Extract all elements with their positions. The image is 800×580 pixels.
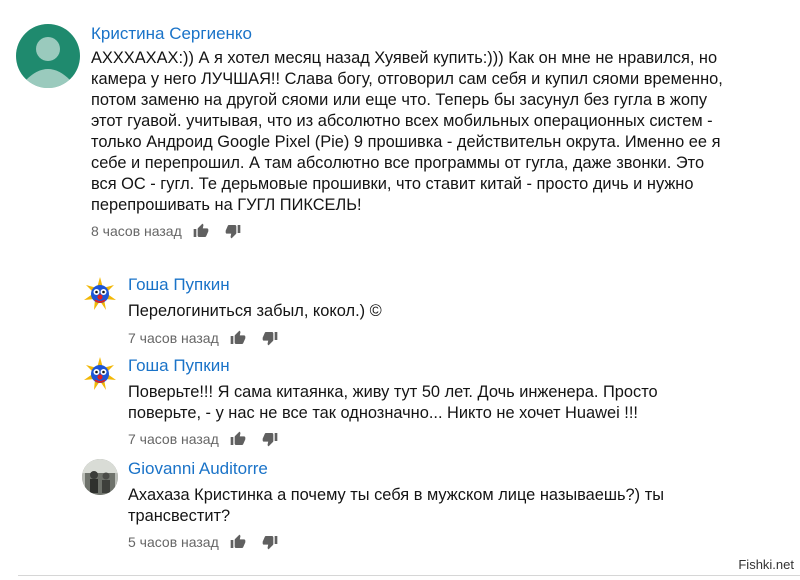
thumb-up-icon[interactable] xyxy=(192,222,210,240)
comment-text: Ахахаза Кристинка а почему ты себя в муж… xyxy=(128,485,788,527)
thumb-up-icon[interactable] xyxy=(229,329,247,347)
thumb-up-icon[interactable] xyxy=(229,533,247,551)
comment-meta: 8 часов назад xyxy=(91,221,791,241)
avatar[interactable] xyxy=(82,356,118,392)
comment-line: Поверьте!!! Я сама китаянка, живу тут 50… xyxy=(128,383,658,401)
comment-line: Перелогиниться забыл, кокол.) © xyxy=(128,302,382,320)
photo-avatar-icon xyxy=(82,459,118,495)
comment-line: себе и перепрошил. А там абсолютно все п… xyxy=(91,154,705,172)
thumb-down-icon[interactable] xyxy=(261,329,279,347)
reply: Гоша Пупкин Поверьте!!! Я сама китаянка,… xyxy=(128,356,788,449)
comment-line: этот гуавой. учитывая, что из абсолютно … xyxy=(91,112,713,130)
comment-timestamp[interactable]: 5 часов назад xyxy=(128,534,219,550)
comment: Кристина Сергиенко АХХХАХАХ:)) А я хотел… xyxy=(91,24,791,241)
comment-meta: 5 часов назад xyxy=(128,532,788,552)
comment-meta: 7 часов назад xyxy=(128,328,788,348)
comment-author[interactable]: Гоша Пупкин xyxy=(128,356,788,376)
comment-line: потом заменю на другой сяоми или еще что… xyxy=(91,91,708,109)
avatar[interactable] xyxy=(16,24,80,88)
divider xyxy=(18,575,800,576)
comment-line: камера у него ЛУЧШАЯ!! Слава богу, отгов… xyxy=(91,70,723,88)
comment-author[interactable]: Гоша Пупкин xyxy=(128,275,788,295)
comment-timestamp[interactable]: 7 часов назад xyxy=(128,431,219,447)
comment-meta: 7 часов назад xyxy=(128,429,788,449)
comment-line: только Андроид Google Pixel (Pie) 9 прош… xyxy=(91,133,721,151)
comment-author[interactable]: Giovanni Auditorre xyxy=(128,459,788,479)
avatar[interactable] xyxy=(82,459,118,495)
reply: Giovanni Auditorre Ахахаза Кристинка а п… xyxy=(128,459,788,552)
user-silhouette-icon xyxy=(26,37,70,88)
avatar[interactable] xyxy=(82,276,118,312)
thumb-down-icon[interactable] xyxy=(224,222,242,240)
comment-line: АХХХАХАХ:)) А я хотел месяц назад Хуявей… xyxy=(91,49,718,67)
comment-text: Поверьте!!! Я сама китаянка, живу тут 50… xyxy=(128,382,788,424)
comment-line: вся ОС - гугл. Те дерьмовые прошивки, чт… xyxy=(91,175,694,193)
comment-author[interactable]: Кристина Сергиенко xyxy=(91,24,791,44)
comment-line: Ахахаза Кристинка а почему ты себя в муж… xyxy=(128,486,664,504)
comment-line: перепрошивать на ГУГЛ ПИКСЕЛЬ! xyxy=(91,196,362,214)
clown-avatar-icon xyxy=(84,357,116,390)
comment-timestamp[interactable]: 7 часов назад xyxy=(128,330,219,346)
reply: Гоша Пупкин Перелогиниться забыл, кокол.… xyxy=(128,275,788,348)
thumb-up-icon[interactable] xyxy=(229,430,247,448)
comment-text: АХХХАХАХ:)) А я хотел месяц назад Хуявей… xyxy=(91,48,791,216)
comment-line: трансвестит? xyxy=(128,507,231,525)
comment-line: поверьте, - у нас не все так однозначно.… xyxy=(128,404,638,422)
comment-text: Перелогиниться забыл, кокол.) © xyxy=(128,301,788,322)
clown-avatar-icon xyxy=(84,277,116,310)
thumb-down-icon[interactable] xyxy=(261,533,279,551)
watermark: Fishki.net xyxy=(738,557,794,572)
comment-timestamp[interactable]: 8 часов назад xyxy=(91,223,182,239)
thumb-down-icon[interactable] xyxy=(261,430,279,448)
